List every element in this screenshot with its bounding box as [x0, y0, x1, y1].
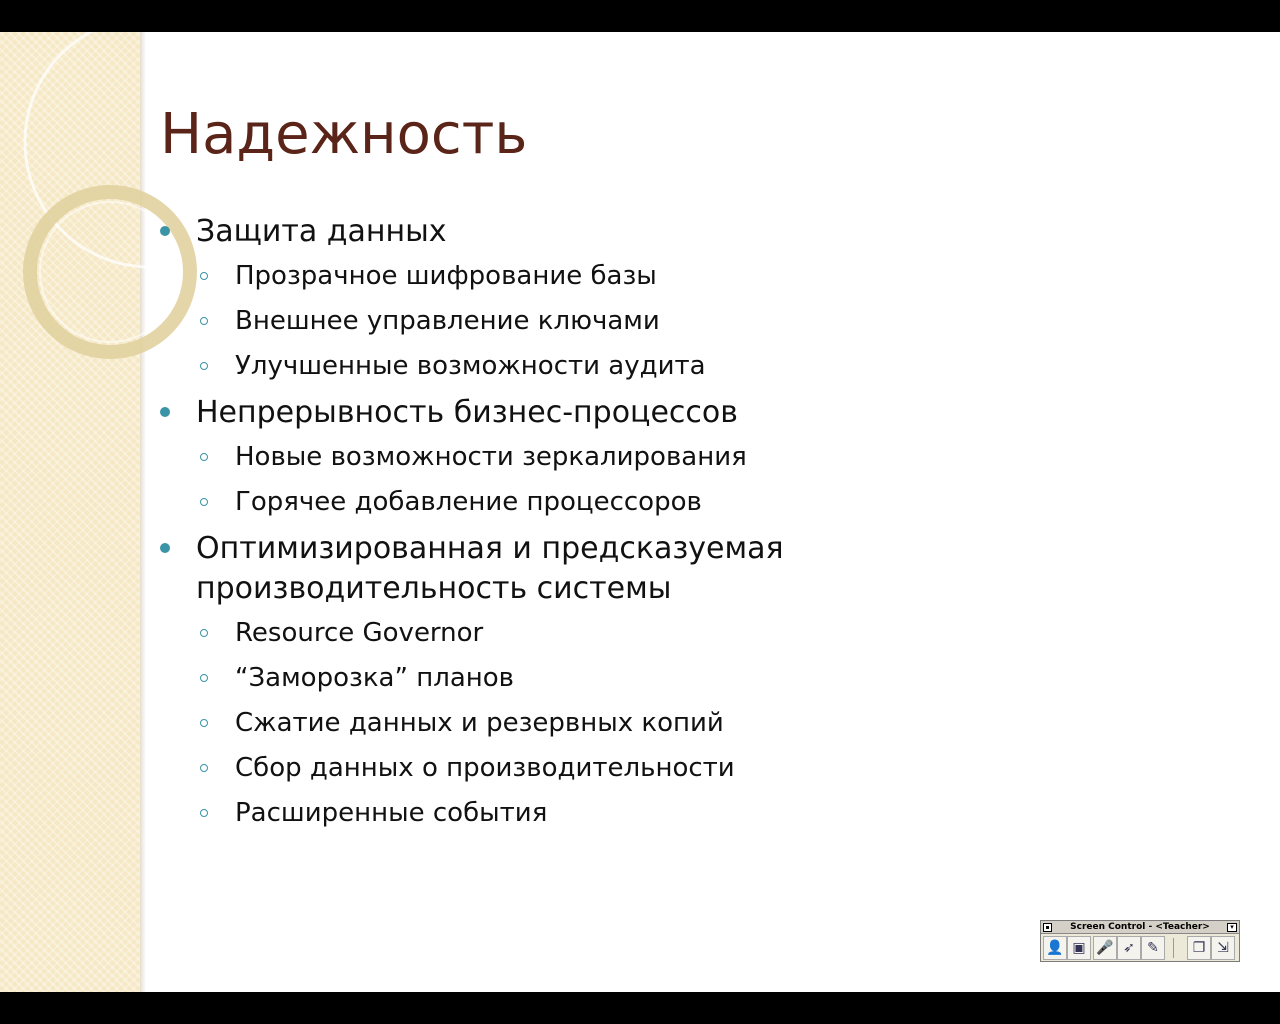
sub-bullet-item: Resource Governor: [160, 615, 860, 651]
bullet-dot-icon: [160, 543, 170, 553]
bullet-text: Оптимизированная и предсказуемая произво…: [196, 531, 784, 606]
microphone-icon[interactable]: 🎤: [1093, 936, 1117, 960]
sub-bullet-ring-icon: [200, 498, 208, 506]
user-icon[interactable]: 👤: [1043, 936, 1067, 960]
system-menu-icon[interactable]: ▪: [1043, 923, 1052, 932]
chevron-down-icon[interactable]: ▾: [1227, 923, 1237, 932]
sub-bullet-item: Сжатие данных и резервных копий: [160, 705, 860, 741]
bullet-dot-icon: [160, 407, 170, 417]
bullet-group: Оптимизированная и предсказуемая произво…: [160, 529, 860, 831]
sub-bullet-item: Улучшенные возможности аудита: [160, 348, 860, 384]
sub-bullet-text: Resource Governor: [235, 618, 484, 648]
sub-bullet-item: Расширенные события: [160, 795, 860, 831]
bullet-item: Защита данных: [160, 212, 860, 252]
bullet-group: Защита данных Прозрачное шифрование базы…: [160, 212, 860, 384]
screen-control-toolbar[interactable]: Screen Control - <Teacher> ▪ ▾ 👤 ▣ 🎤 ➶ ✎…: [1040, 920, 1240, 962]
bullet-item: Оптимизированная и предсказуемая произво…: [160, 529, 860, 609]
sub-bullet-ring-icon: [200, 272, 208, 280]
bottom-letterbox: [0, 992, 1280, 1024]
sub-bullet-text: Сжатие данных и резервных копий: [235, 708, 724, 738]
bullet-list: Защита данных Прозрачное шифрование базы…: [160, 212, 860, 840]
sub-bullet-item: Сбор данных о производительности: [160, 750, 860, 786]
sub-bullet-ring-icon: [200, 629, 208, 637]
sub-bullet-ring-icon: [200, 764, 208, 772]
exit-icon[interactable]: ⇲: [1211, 936, 1235, 960]
sub-bullet-text: Новые возможности зеркалирования: [235, 442, 747, 472]
sub-bullet-text: Расширенные события: [235, 798, 548, 828]
bullet-group: Непрерывность бизнес-процессов Новые воз…: [160, 393, 860, 520]
sub-bullet-ring-icon: [200, 362, 208, 370]
sub-bullet-text: Улучшенные возможности аудита: [235, 351, 706, 381]
bullet-dot-icon: [160, 226, 170, 236]
sub-bullet-text: “Заморозка” планов: [235, 663, 514, 693]
screen-control-buttons: 👤 ▣ 🎤 ➶ ✎ ❐ ⇲: [1043, 936, 1237, 960]
slide-title: Надежность: [160, 102, 528, 167]
sub-bullet-text: Прозрачное шифрование базы: [235, 261, 657, 291]
bullet-item: Непрерывность бизнес-процессов: [160, 393, 860, 433]
screens-icon[interactable]: ❐: [1187, 936, 1211, 960]
top-letterbox: [0, 0, 1280, 32]
sub-bullet-item: Внешнее управление ключами: [160, 303, 860, 339]
sub-bullet-ring-icon: [200, 317, 208, 325]
bullet-text: Непрерывность бизнес-процессов: [196, 395, 738, 430]
sub-bullet-item: Горячее добавление процессоров: [160, 484, 860, 520]
sub-bullet-ring-icon: [200, 674, 208, 682]
sub-bullet-ring-icon: [200, 719, 208, 727]
bullet-text: Защита данных: [196, 214, 447, 249]
sub-bullet-item: Прозрачное шифрование базы: [160, 258, 860, 294]
sub-bullet-text: Внешнее управление ключами: [235, 306, 660, 336]
toolbar-separator: [1173, 938, 1174, 958]
sub-bullet-item: Новые возможности зеркалирования: [160, 439, 860, 475]
sub-bullet-ring-icon: [200, 453, 208, 461]
screen-control-title[interactable]: Screen Control - <Teacher>: [1041, 921, 1239, 934]
sub-bullet-text: Сбор данных о производительности: [235, 753, 735, 783]
sub-bullet-item: “Заморозка” планов: [160, 660, 860, 696]
sub-bullet-ring-icon: [200, 809, 208, 817]
pen-icon[interactable]: ✎: [1141, 936, 1165, 960]
monitor-icon[interactable]: ▣: [1067, 936, 1091, 960]
sub-bullet-text: Горячее добавление процессоров: [235, 487, 702, 517]
slide: Надежность Защита данных Прозрачное шифр…: [0, 32, 1280, 992]
pointer-icon[interactable]: ➶: [1117, 936, 1141, 960]
